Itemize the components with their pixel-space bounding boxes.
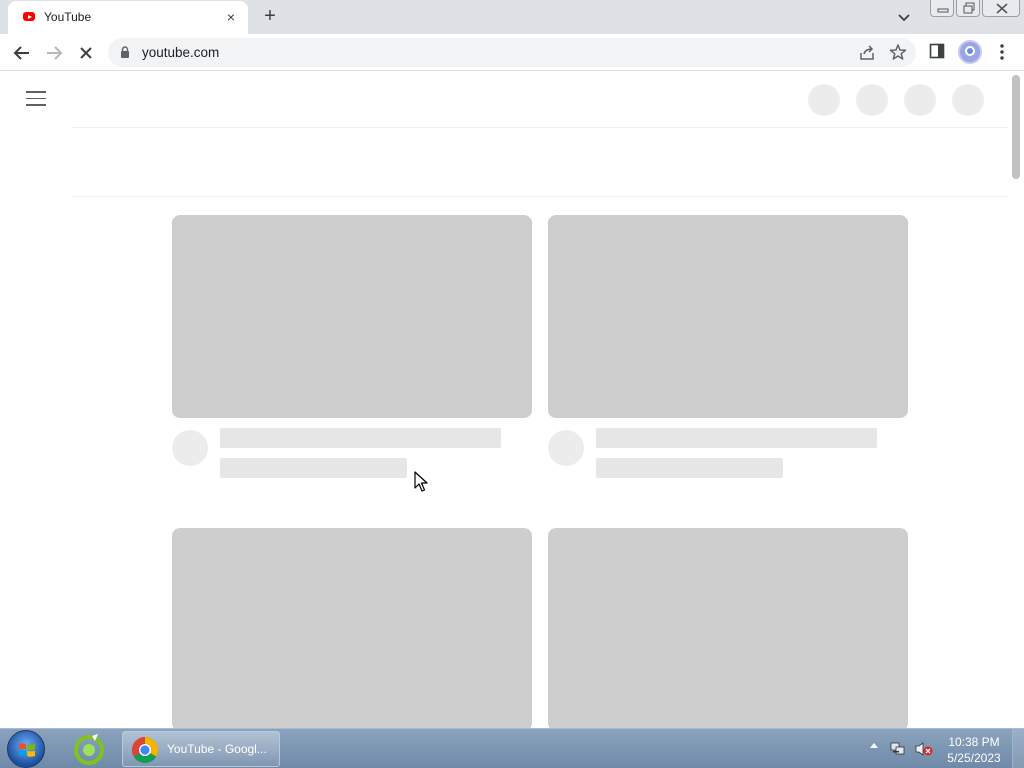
system-clock[interactable]: 10:38 PM 5/25/2023 [940,734,1008,766]
meta-placeholder [220,458,407,478]
youtube-page [0,71,1024,728]
browser-toolbar: youtube.com [0,34,1024,71]
tab-youtube[interactable]: YouTube × [8,1,248,34]
stop-icon[interactable] [74,41,98,65]
show-hidden-icons-arrow[interactable] [870,743,878,748]
side-panel-icon[interactable] [929,43,945,59]
title-placeholder [596,428,877,448]
taskbar-chrome-button[interactable]: YouTube - Googl... [122,731,280,767]
header-placeholder-3 [904,84,936,116]
header-placeholder-4 [952,84,984,116]
video-thumbnail-placeholder [548,528,908,728]
tab-close-icon[interactable]: × [222,8,240,26]
show-desktop-button[interactable] [1012,729,1024,768]
close-window-button[interactable] [982,0,1020,17]
tab-search-icon[interactable] [894,7,914,27]
channel-avatar-placeholder [548,430,584,466]
video-thumbnail-placeholder [172,215,532,418]
taskbar-chrome-label: YouTube - Googl... [167,742,267,756]
address-bar[interactable]: youtube.com [108,38,916,67]
video-thumbnail-placeholder [172,528,532,728]
tab-strip: YouTube × + [0,0,1024,34]
chips-divider [72,196,1008,197]
header-placeholder-1 [808,84,840,116]
page-scrollbar[interactable] [1008,71,1024,728]
guide-menu-icon[interactable] [26,91,46,107]
window-controls [930,0,1020,18]
start-button[interactable] [7,730,45,768]
windows-taskbar: YouTube - Googl... 10:38 PM 5/25/2023 [0,728,1024,768]
back-icon[interactable] [10,41,34,65]
video-thumbnail-placeholder [548,215,908,418]
restore-button[interactable] [956,0,980,17]
title-placeholder [220,428,501,448]
profile-avatar[interactable] [958,40,982,64]
url-text[interactable]: youtube.com [142,45,219,60]
star-icon[interactable] [889,43,907,61]
clock-date: 5/25/2023 [947,751,1001,765]
volume-muted-icon[interactable] [914,741,934,757]
pinned-app-icon[interactable] [72,732,106,766]
meta-placeholder [596,458,783,478]
channel-avatar-placeholder [172,430,208,466]
network-icon[interactable] [890,741,908,757]
menu-kebab-icon[interactable] [994,42,1010,62]
new-tab-button[interactable]: + [258,5,282,29]
screen: YouTube × + youtube.com YouTube - Googl.… [0,0,1024,768]
tab-title: YouTube [44,10,92,24]
youtube-favicon-icon [23,12,35,21]
share-icon[interactable] [858,44,876,62]
forward-icon[interactable] [42,41,66,65]
minimize-button[interactable] [930,0,954,17]
scrollbar-thumb[interactable] [1012,75,1020,179]
header-placeholder-2 [856,84,888,116]
chrome-icon [131,736,159,764]
lock-icon[interactable] [120,46,130,59]
mouse-cursor-icon [414,471,428,492]
header-divider [72,127,1008,128]
windows-logo-icon [19,743,35,757]
clock-time: 10:38 PM [948,735,1000,749]
